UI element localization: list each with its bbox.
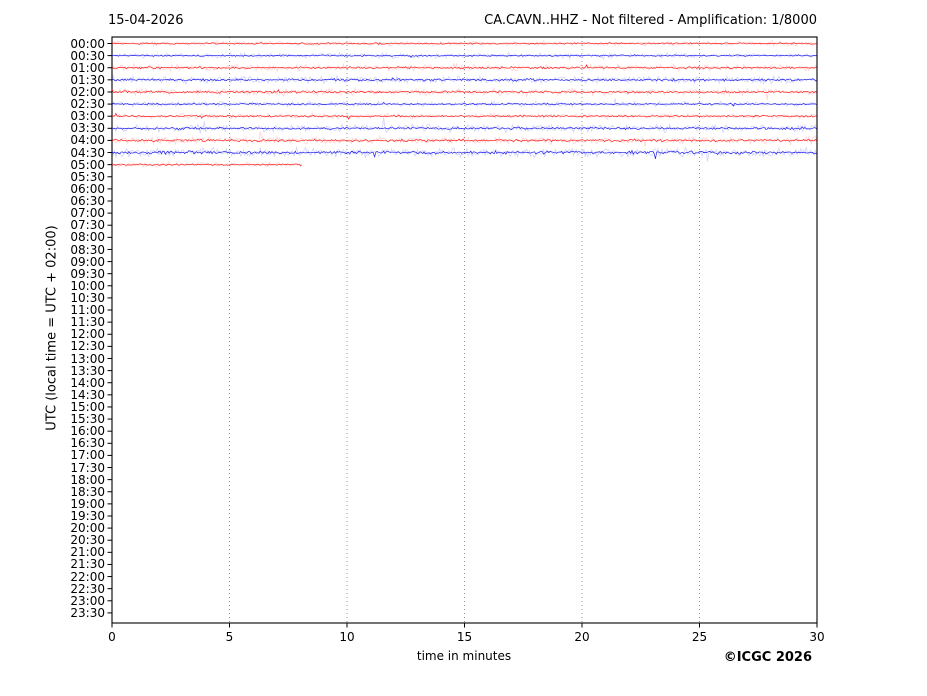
- y-tick-label: 13:30: [70, 363, 105, 378]
- helicorder-figure: 15-04-2026 CA.CAVN..HHZ - Not filtered -…: [0, 0, 927, 696]
- y-tick-label: 00:00: [70, 36, 105, 51]
- y-tick-label: 12:30: [70, 339, 105, 354]
- x-tick-label: 25: [691, 630, 708, 644]
- x-tick-label: 30: [809, 630, 825, 644]
- y-tick-label: 08:00: [70, 230, 105, 245]
- y-tick-label: 10:00: [70, 278, 105, 293]
- y-tick-label: 22:30: [70, 581, 105, 596]
- y-tick-label: 08:30: [70, 242, 105, 257]
- y-tick-label: 04:00: [70, 133, 105, 148]
- y-tick-label: 09:30: [70, 266, 105, 281]
- x-tick-label: 0: [108, 630, 116, 644]
- y-tick-label: 18:00: [70, 472, 105, 487]
- y-tick-marks: [107, 43, 112, 614]
- x-tick-label: 5: [225, 630, 234, 644]
- x-axis-label: time in minutes: [416, 649, 512, 663]
- y-tick-label: 00:30: [70, 48, 105, 63]
- x-tick-label: 20: [574, 630, 590, 644]
- y-tick-label: 23:30: [70, 605, 105, 620]
- y-tick-label: 21:30: [70, 557, 105, 572]
- x-tick-marks: [111, 623, 818, 628]
- y-tick-label: 13:00: [70, 351, 105, 366]
- y-tick-label: 17:30: [70, 460, 105, 475]
- y-tick-label: 18:30: [70, 484, 105, 499]
- copyright-credit: ©ICGC 2026: [723, 650, 812, 665]
- y-tick-label: 01:00: [70, 60, 105, 75]
- plot-canvas: [107, 36, 818, 628]
- grid-lines: [229, 37, 700, 623]
- plot-border: [111, 36, 818, 624]
- y-tick-label: 11:30: [70, 315, 105, 330]
- x-tick-label: 15: [456, 630, 473, 644]
- y-tick-label: 05:30: [70, 169, 105, 184]
- y-tick-label: 05:00: [70, 157, 105, 172]
- y-tick-label: 15:00: [70, 399, 105, 414]
- y-tick-label: 17:00: [70, 448, 105, 463]
- y-tick-label: 23:00: [70, 593, 105, 608]
- y-tick-label: 22:00: [70, 569, 105, 584]
- y-tick-label: 14:00: [70, 375, 105, 390]
- y-tick-label: 09:00: [70, 254, 105, 269]
- y-tick-label: 04:30: [70, 145, 105, 160]
- y-tick-label: 01:30: [70, 72, 105, 87]
- x-tick-label: 10: [339, 630, 355, 644]
- y-tick-label: 14:30: [70, 387, 105, 402]
- seismic-traces: [111, 39, 818, 169]
